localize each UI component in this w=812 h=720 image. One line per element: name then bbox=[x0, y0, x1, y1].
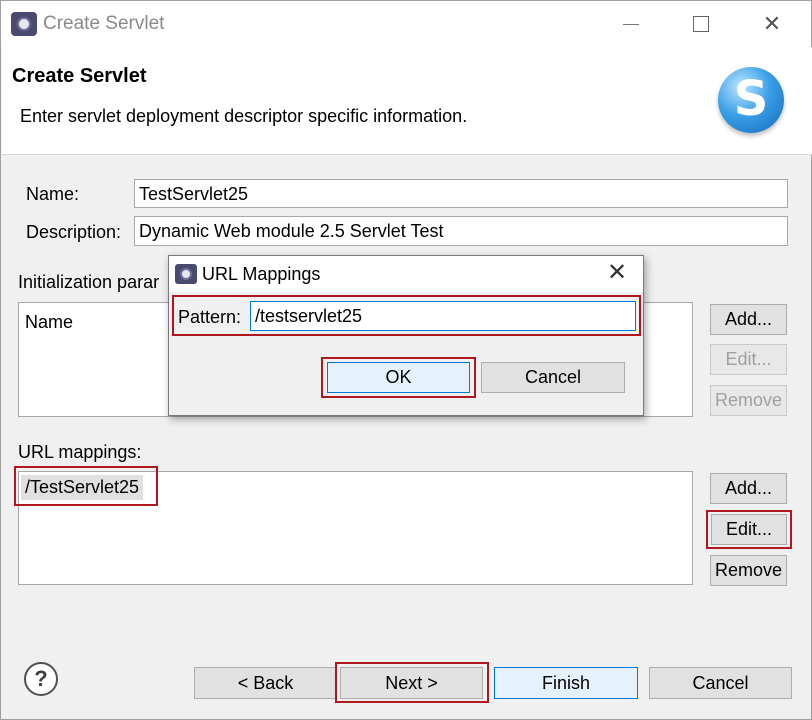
page-title: Create Servlet bbox=[12, 65, 147, 87]
cancel-button[interactable]: Cancel bbox=[649, 667, 792, 699]
url-mappings-add-button[interactable]: Add... bbox=[710, 473, 787, 504]
finish-button[interactable]: Finish bbox=[494, 667, 638, 699]
minimize-button[interactable] bbox=[607, 7, 653, 41]
name-label: Name: bbox=[26, 184, 80, 204]
page-description: Enter servlet deployment descriptor spec… bbox=[20, 106, 468, 126]
help-icon[interactable]: ? bbox=[24, 662, 58, 696]
eclipse-app-icon bbox=[11, 12, 37, 36]
maximize-icon bbox=[693, 16, 709, 32]
description-field[interactable]: Dynamic Web module 2.5 Servlet Test bbox=[134, 216, 788, 246]
dialog-title-bar: URL Mappings ✕ bbox=[169, 256, 643, 292]
next-button[interactable]: Next > bbox=[340, 667, 483, 699]
wizard-header: Create Servlet Enter servlet deployment … bbox=[2, 47, 812, 155]
url-mappings-list[interactable]: /TestServlet25 bbox=[18, 471, 693, 585]
servlet-logo-icon: S bbox=[718, 67, 784, 133]
pattern-input[interactable]: /testservlet25 bbox=[250, 301, 636, 331]
url-mappings-edit-button[interactable]: Edit... bbox=[711, 514, 787, 545]
title-bar: Create Servlet ✕ bbox=[1, 1, 811, 47]
pattern-label: Pattern: bbox=[178, 307, 242, 327]
url-mapping-item[interactable]: /TestServlet25 bbox=[21, 475, 144, 500]
url-mappings-dialog: URL Mappings ✕ Pattern: /testservlet25 O… bbox=[168, 255, 644, 416]
dialog-cancel-button[interactable]: Cancel bbox=[481, 362, 625, 393]
init-params-add-button[interactable]: Add... bbox=[710, 304, 787, 335]
name-field[interactable]: TestServlet25 bbox=[134, 179, 788, 208]
init-params-label: Initialization parar bbox=[18, 272, 160, 292]
maximize-button[interactable] bbox=[677, 7, 723, 41]
dialog-ok-button[interactable]: OK bbox=[327, 362, 470, 393]
dialog-close-icon[interactable]: ✕ bbox=[607, 258, 627, 287]
init-params-name-header: Name bbox=[25, 312, 74, 332]
close-button[interactable]: ✕ bbox=[749, 7, 795, 41]
init-params-edit-button[interactable]: Edit... bbox=[710, 344, 787, 375]
dialog-title: URL Mappings bbox=[202, 264, 321, 284]
back-button[interactable]: < Back bbox=[194, 667, 337, 699]
description-label: Description: bbox=[26, 222, 122, 242]
minimize-icon bbox=[623, 24, 639, 25]
window-title: Create Servlet bbox=[43, 13, 165, 34]
init-params-remove-button[interactable]: Remove bbox=[710, 385, 787, 416]
eclipse-dialog-icon bbox=[175, 264, 197, 284]
url-mappings-remove-button[interactable]: Remove bbox=[710, 555, 787, 586]
close-icon: ✕ bbox=[762, 11, 782, 36]
url-mappings-label: URL mappings: bbox=[18, 442, 142, 462]
